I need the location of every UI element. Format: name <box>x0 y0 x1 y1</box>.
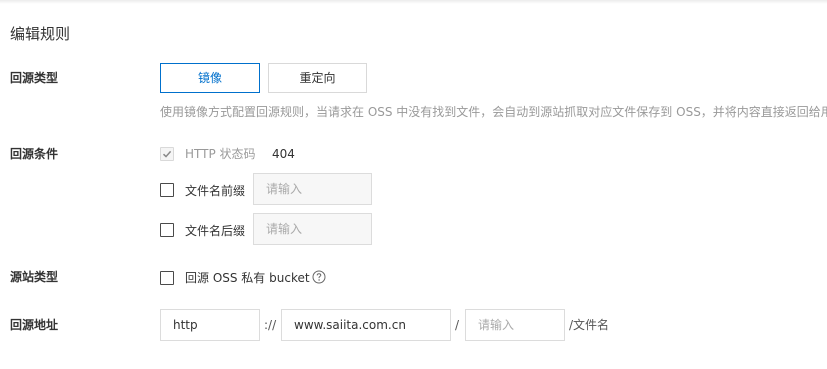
protocol-separator: :// <box>264 318 277 332</box>
origin-address-label: 回源地址 <box>10 318 59 332</box>
path-separator: / <box>455 318 460 332</box>
origin-type-hint: 使用镜像方式配置回源规则，当请求在 OSS 中没有找到文件，会自动到源站抓取对应… <box>160 105 827 119</box>
origin-condition-label: 回源条件 <box>10 147 59 161</box>
path-input[interactable]: 请输入 <box>465 309 565 341</box>
redirect-option-button[interactable]: 重定向 <box>268 63 367 93</box>
top-edge <box>0 0 827 4</box>
question-circle-icon[interactable] <box>312 270 326 284</box>
domain-input[interactable]: www.saiita.com.cn <box>281 309 451 341</box>
prefix-input[interactable]: 请输入 <box>253 173 372 205</box>
check-icon <box>162 150 172 158</box>
source-type-label: 源站类型 <box>10 270 59 284</box>
filename-suffix-label: /文件名 <box>569 318 610 332</box>
private-bucket-checkbox[interactable] <box>160 271 174 285</box>
origin-type-label: 回源类型 <box>10 71 59 85</box>
mirror-option-button[interactable]: 镜像 <box>160 63 260 93</box>
http-status-value: 404 <box>272 147 295 161</box>
prefix-label: 文件名前缀 <box>185 184 246 198</box>
page-title: 编辑规则 <box>10 25 71 43</box>
protocol-input[interactable]: http <box>160 309 260 341</box>
private-bucket-label: 回源 OSS 私有 bucket <box>185 271 310 285</box>
suffix-input[interactable]: 请输入 <box>253 213 372 245</box>
http-status-checkbox[interactable] <box>160 147 174 161</box>
suffix-checkbox[interactable] <box>160 223 174 237</box>
prefix-checkbox[interactable] <box>160 183 174 197</box>
http-status-label: HTTP 状态码 <box>185 147 256 161</box>
suffix-label: 文件名后缀 <box>185 224 246 238</box>
